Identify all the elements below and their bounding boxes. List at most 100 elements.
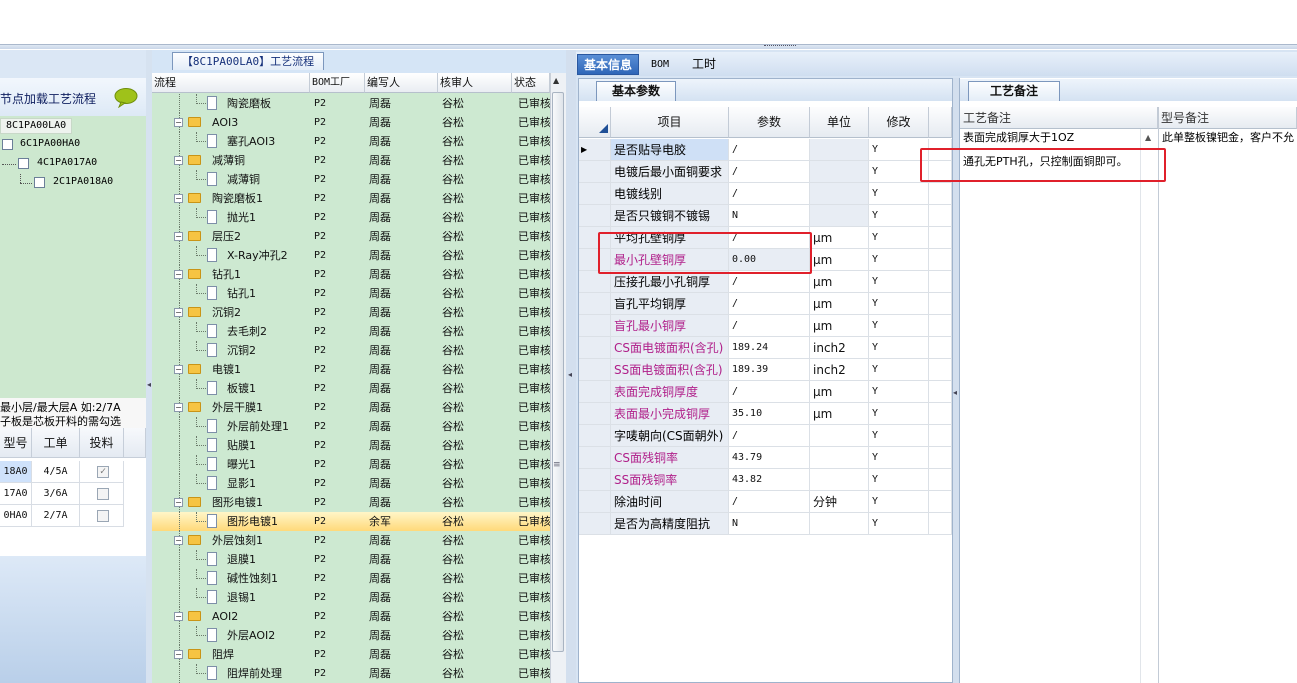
param-modify[interactable]: Y: [869, 337, 929, 359]
node-checkbox[interactable]: [34, 177, 45, 188]
grid-cell-model[interactable]: 18A0: [0, 461, 32, 483]
column-header-flow[interactable]: 流程: [152, 73, 310, 93]
param-value[interactable]: /: [729, 161, 810, 183]
param-row[interactable]: 是否为高精度阻抗 N Y: [579, 513, 952, 535]
expand-collapse-icon[interactable]: −: [174, 536, 183, 545]
flow-row[interactable]: − 阻焊 P2 周磊 谷松 已审核: [152, 645, 550, 664]
param-modify[interactable]: Y: [869, 403, 929, 425]
row-indicator[interactable]: [579, 359, 611, 381]
row-indicator[interactable]: [579, 271, 611, 293]
param-modify[interactable]: Y: [869, 469, 929, 491]
column-header-feed[interactable]: 投料: [80, 428, 124, 458]
param-modify[interactable]: Y: [869, 513, 929, 535]
row-indicator[interactable]: [579, 491, 611, 513]
param-modify[interactable]: Y: [869, 271, 929, 293]
flow-row[interactable]: − 电镀1 P2 周磊 谷松 已审核: [152, 360, 550, 379]
collapse-left-icon[interactable]: ◂: [147, 380, 151, 389]
param-item[interactable]: 是否只镀铜不镀锡: [611, 205, 729, 227]
param-value[interactable]: /: [729, 491, 810, 513]
param-modify[interactable]: Y: [869, 381, 929, 403]
param-value[interactable]: 35.10: [729, 403, 810, 425]
param-row[interactable]: 字唛朝向(CS面朝外) / Y: [579, 425, 952, 447]
flow-row[interactable]: 碱性蚀刻1 P2 周磊 谷松 已审核: [152, 569, 550, 588]
flow-row[interactable]: − AOI3 P2 周磊 谷松 已审核: [152, 113, 550, 132]
param-row[interactable]: CS面残铜率 43.79 Y: [579, 447, 952, 469]
column-header-order[interactable]: 工单: [32, 428, 80, 458]
flow-splitter[interactable]: ◂: [566, 50, 576, 683]
flow-row[interactable]: 退锡1 P2 周磊 谷松 已审核: [152, 588, 550, 607]
expand-collapse-icon[interactable]: −: [174, 118, 183, 127]
tab-work-hours[interactable]: 工时: [686, 54, 722, 75]
param-modify[interactable]: Y: [869, 205, 929, 227]
column-header-bom-factory[interactable]: BOM工厂: [310, 73, 365, 93]
param-modify[interactable]: Y: [869, 249, 929, 271]
row-indicator[interactable]: [579, 205, 611, 227]
param-item[interactable]: SS面残铜率: [611, 469, 729, 491]
param-row[interactable]: ▶ 是否贴导电胶 / Y: [579, 139, 952, 161]
param-modify[interactable]: Y: [869, 359, 929, 381]
flow-row[interactable]: 退膜1 P2 周磊 谷松 已审核: [152, 550, 550, 569]
param-value[interactable]: N: [729, 205, 810, 227]
param-value[interactable]: 189.24: [729, 337, 810, 359]
param-modify[interactable]: Y: [869, 447, 929, 469]
flow-row[interactable]: − 钻孔1 P2 周磊 谷松 已审核: [152, 265, 550, 284]
expand-collapse-icon[interactable]: −: [174, 650, 183, 659]
scroll-up-arrow-icon[interactable]: ▲: [553, 76, 559, 85]
top-splitter[interactable]: [0, 44, 1297, 49]
grid-cell-model[interactable]: 17A0: [0, 483, 32, 505]
remark-scrollbar-track[interactable]: [1140, 129, 1141, 683]
param-value[interactable]: /: [729, 139, 810, 161]
expand-collapse-icon[interactable]: −: [174, 308, 183, 317]
flow-row[interactable]: − 沉铜2 P2 周磊 谷松 已审核: [152, 303, 550, 322]
tab-bom[interactable]: BOM: [645, 54, 675, 75]
node-checkbox[interactable]: [2, 139, 13, 150]
param-modify[interactable]: Y: [869, 491, 929, 513]
param-item[interactable]: 是否为高精度阻抗: [611, 513, 729, 535]
param-modify[interactable]: Y: [869, 183, 929, 205]
param-modify[interactable]: Y: [869, 315, 929, 337]
grid-cell-order[interactable]: 4/5A: [32, 461, 80, 483]
row-indicator[interactable]: [579, 447, 611, 469]
param-row[interactable]: 盲孔平均铜厚 / μm Y: [579, 293, 952, 315]
param-row[interactable]: 压接孔最小孔铜厚 / μm Y: [579, 271, 952, 293]
flow-row[interactable]: 沉铜2 P2 周磊 谷松 已审核: [152, 341, 550, 360]
tree-node[interactable]: 2C1PA018A0: [0, 174, 146, 192]
process-flow-tab[interactable]: 【8C1PA00LA0】工艺流程: [172, 52, 324, 70]
flow-row[interactable]: X-Ray冲孔2 P2 周磊 谷松 已审核: [152, 246, 550, 265]
expand-collapse-icon[interactable]: −: [174, 232, 183, 241]
param-item[interactable]: 字唛朝向(CS面朝外): [611, 425, 729, 447]
param-modify[interactable]: Y: [869, 227, 929, 249]
tab-process-remarks[interactable]: 工艺备注: [968, 81, 1060, 101]
row-indicator[interactable]: [579, 425, 611, 447]
row-indicator[interactable]: [579, 513, 611, 535]
flow-row[interactable]: 阻焊前处理 P2 周磊 谷松 已审核: [152, 664, 550, 683]
row-indicator[interactable]: [579, 183, 611, 205]
feed-checkbox[interactable]: [97, 488, 109, 500]
row-indicator[interactable]: [579, 293, 611, 315]
param-item[interactable]: 电镀线别: [611, 183, 729, 205]
grid-cell-order[interactable]: 3/6A: [32, 483, 80, 505]
param-item[interactable]: 压接孔最小孔铜厚: [611, 271, 729, 293]
flow-row[interactable]: − 外层干膜1 P2 周磊 谷松 已审核: [152, 398, 550, 417]
expand-collapse-icon[interactable]: −: [174, 403, 183, 412]
expand-collapse-icon[interactable]: −: [174, 270, 183, 279]
param-value[interactable]: /: [729, 293, 810, 315]
param-value[interactable]: /: [729, 271, 810, 293]
flow-row[interactable]: 抛光1 P2 周磊 谷松 已审核: [152, 208, 550, 227]
process-remark-text[interactable]: 表面完成铜厚大于1OZ: [963, 130, 1139, 146]
param-item[interactable]: CS面残铜率: [611, 447, 729, 469]
collapse-flow-icon[interactable]: ◂: [568, 370, 572, 379]
speech-bubble-icon[interactable]: [114, 88, 138, 109]
flow-row[interactable]: 图形电镀1 P2 余军 谷松 已审核: [152, 512, 550, 531]
param-row[interactable]: 是否只镀铜不镀锡 N Y: [579, 205, 952, 227]
param-row[interactable]: 电镀后最小面铜要求 / Y: [579, 161, 952, 183]
param-row[interactable]: SS面电镀面积(含孔) 189.39 inch2 Y: [579, 359, 952, 381]
flow-row[interactable]: 陶瓷磨板 P2 周磊 谷松 已审核: [152, 94, 550, 113]
grid-cell-order[interactable]: 2/7A: [32, 505, 80, 527]
node-checkbox[interactable]: [18, 158, 29, 169]
tab-basic-params[interactable]: 基本参数: [596, 81, 676, 101]
expand-collapse-icon[interactable]: −: [174, 194, 183, 203]
row-indicator[interactable]: [579, 161, 611, 183]
param-value[interactable]: /: [729, 381, 810, 403]
column-header-modify[interactable]: 修改: [869, 107, 929, 138]
